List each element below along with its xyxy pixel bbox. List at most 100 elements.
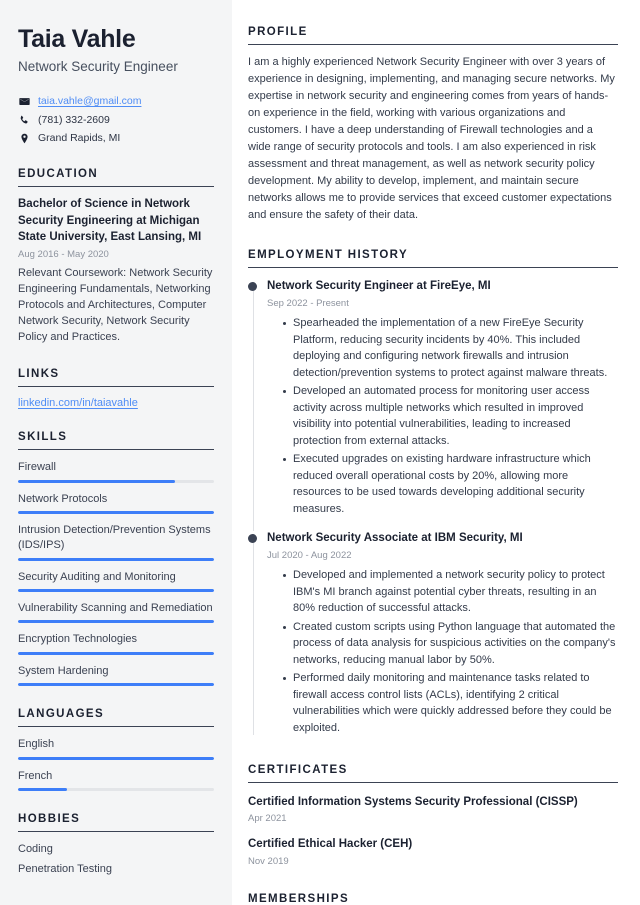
profile-text: I am a highly experienced Network Securi… xyxy=(248,56,615,222)
skill-bar-fill xyxy=(18,589,214,593)
hobbies-list: Coding Penetration Testing xyxy=(18,841,214,878)
contact-location: Grand Rapids, MI xyxy=(18,131,214,146)
timeline-dot-icon xyxy=(248,533,257,543)
certificate-name: Certified Information Systems Security P… xyxy=(248,796,578,809)
language-label: English xyxy=(18,738,55,751)
hobby-item: Coding xyxy=(18,843,53,856)
job-bullet: Developed an automated process for monit… xyxy=(283,383,618,449)
skill-bar-track xyxy=(18,651,214,655)
languages-list: English French xyxy=(18,737,214,792)
education-body: Bachelor of Science in Network Security … xyxy=(18,187,214,346)
language-bar-track xyxy=(18,756,214,760)
main-column: PROFILE I am a highly experienced Networ… xyxy=(232,0,640,905)
skill-label: System Hardening xyxy=(18,664,109,677)
skill-item: Encryption Technologies xyxy=(18,632,214,655)
location-pin-icon xyxy=(18,133,30,144)
skill-item: System Hardening xyxy=(18,664,214,687)
links-body: linkedin.com/in/taiavahle xyxy=(18,387,214,409)
envelope-icon xyxy=(18,96,30,107)
language-label: French xyxy=(18,769,53,782)
skill-bar-track xyxy=(18,510,214,514)
section-title-education: EDUCATION xyxy=(18,168,214,188)
employment-item: Network Security Associate at IBM Securi… xyxy=(248,531,618,739)
section-education: EDUCATION Bachelor of Science in Network… xyxy=(18,168,214,346)
certificate-item: Certified Information Systems Security P… xyxy=(248,794,618,825)
job-date: Sep 2022 - Present xyxy=(267,297,349,309)
skill-bar-track xyxy=(18,557,214,561)
section-title-hobbies: HOBBIES xyxy=(18,813,214,833)
job-date: Jul 2020 - Aug 2022 xyxy=(267,549,352,561)
skill-bar-fill xyxy=(18,683,214,687)
timeline-line xyxy=(252,537,254,736)
certificate-date: Apr 2021 xyxy=(248,813,287,825)
section-memberships: MEMBERSHIPS Information Systems Security… xyxy=(248,893,618,905)
skill-bar-fill xyxy=(18,651,214,655)
section-employment-history: EMPLOYMENT HISTORY Network Security Engi… xyxy=(248,249,618,739)
section-profile: PROFILE I am a highly experienced Networ… xyxy=(248,26,618,224)
timeline-dot-icon xyxy=(248,281,257,291)
certificate-item: Certified Ethical Hacker (CEH) Nov 2019 xyxy=(248,836,618,867)
job-bullet: Created custom scripts using Python lang… xyxy=(283,619,618,669)
timeline-line xyxy=(252,285,254,532)
job-bullet: Executed upgrades on existing hardware i… xyxy=(283,451,618,517)
skill-label: Firewall xyxy=(18,461,56,474)
section-title-employment: EMPLOYMENT HISTORY xyxy=(248,249,618,269)
skill-bar-fill xyxy=(18,510,214,514)
skill-label: Vulnerability Scanning and Remediation xyxy=(18,602,213,615)
job-bullets: Spearheaded the implementation of a new … xyxy=(267,315,618,517)
language-bar-fill xyxy=(18,788,67,792)
job-bullet: Developed and implemented a network secu… xyxy=(283,567,618,617)
certificate-name: Certified Ethical Hacker (CEH) xyxy=(248,838,413,851)
section-skills: SKILLS Firewall Network Protocols Intrus… xyxy=(18,431,214,687)
skill-bar-track xyxy=(18,479,214,483)
language-bar-fill xyxy=(18,756,214,760)
education-degree: Bachelor of Science in Network Security … xyxy=(18,198,202,244)
language-item: English xyxy=(18,737,214,760)
skill-bar-fill xyxy=(18,557,214,561)
skill-item: Firewall xyxy=(18,460,214,483)
job-heading: Network Security Associate at IBM Securi… xyxy=(267,532,523,545)
section-title-links: LINKS xyxy=(18,368,214,388)
linkedin-link[interactable]: linkedin.com/in/taiavahle xyxy=(18,397,138,409)
section-hobbies: HOBBIES Coding Penetration Testing xyxy=(18,813,214,878)
phone-icon xyxy=(18,115,30,126)
skill-bar-fill xyxy=(18,620,214,624)
section-languages: LANGUAGES English French xyxy=(18,708,214,792)
section-title-skills: SKILLS xyxy=(18,431,214,451)
language-bar-track xyxy=(18,788,214,792)
hobby-item: Penetration Testing xyxy=(18,862,112,875)
section-title-profile: PROFILE xyxy=(248,26,618,45)
resume-document: Taia Vahle Network Security Engineer tai… xyxy=(0,0,640,905)
section-title-languages: LANGUAGES xyxy=(18,708,214,728)
employment-timeline: Network Security Engineer at FireEye, MI… xyxy=(248,268,618,739)
section-certificates: CERTIFICATES Certified Information Syste… xyxy=(248,764,618,868)
certificate-date: Nov 2019 xyxy=(248,855,289,867)
job-heading: Network Security Engineer at FireEye, MI xyxy=(267,280,491,293)
contact-phone: (781) 332-2609 xyxy=(18,113,214,128)
skill-label: Network Protocols xyxy=(18,492,108,505)
certificates-list: Certified Information Systems Security P… xyxy=(248,794,618,868)
skill-item: Intrusion Detection/Prevention Systems (… xyxy=(18,523,214,561)
skills-list: Firewall Network Protocols Intrusion Det… xyxy=(18,460,214,687)
section-links: LINKS linkedin.com/in/taiavahle xyxy=(18,368,214,409)
candidate-job-title: Network Security Engineer xyxy=(18,58,178,74)
section-title-memberships: MEMBERSHIPS xyxy=(248,893,618,905)
skill-label: Encryption Technologies xyxy=(18,633,138,646)
email-link[interactable]: taia.vahle@gmail.com xyxy=(38,94,141,109)
skill-label: Intrusion Detection/Prevention Systems (… xyxy=(18,523,211,552)
skill-bar-track xyxy=(18,589,214,593)
skill-item: Vulnerability Scanning and Remediation xyxy=(18,601,214,624)
skill-label: Security Auditing and Monitoring xyxy=(18,570,176,583)
sidebar: Taia Vahle Network Security Engineer tai… xyxy=(0,0,232,905)
employment-item: Network Security Engineer at FireEye, MI… xyxy=(248,279,618,532)
contact-email: taia.vahle@gmail.com xyxy=(18,94,214,109)
contact-list: taia.vahle@gmail.com (781) 332-2609 Gran… xyxy=(18,94,214,146)
skill-bar-track xyxy=(18,683,214,687)
language-item: French xyxy=(18,769,214,792)
skill-bar-fill xyxy=(18,479,175,483)
job-bullet: Spearheaded the implementation of a new … xyxy=(283,315,618,381)
location-text: Grand Rapids, MI xyxy=(38,132,121,145)
job-bullet: Performed daily monitoring and maintenan… xyxy=(283,670,618,736)
education-description: Relevant Coursework: Network Security En… xyxy=(18,267,213,344)
section-title-certificates: CERTIFICATES xyxy=(248,764,618,784)
